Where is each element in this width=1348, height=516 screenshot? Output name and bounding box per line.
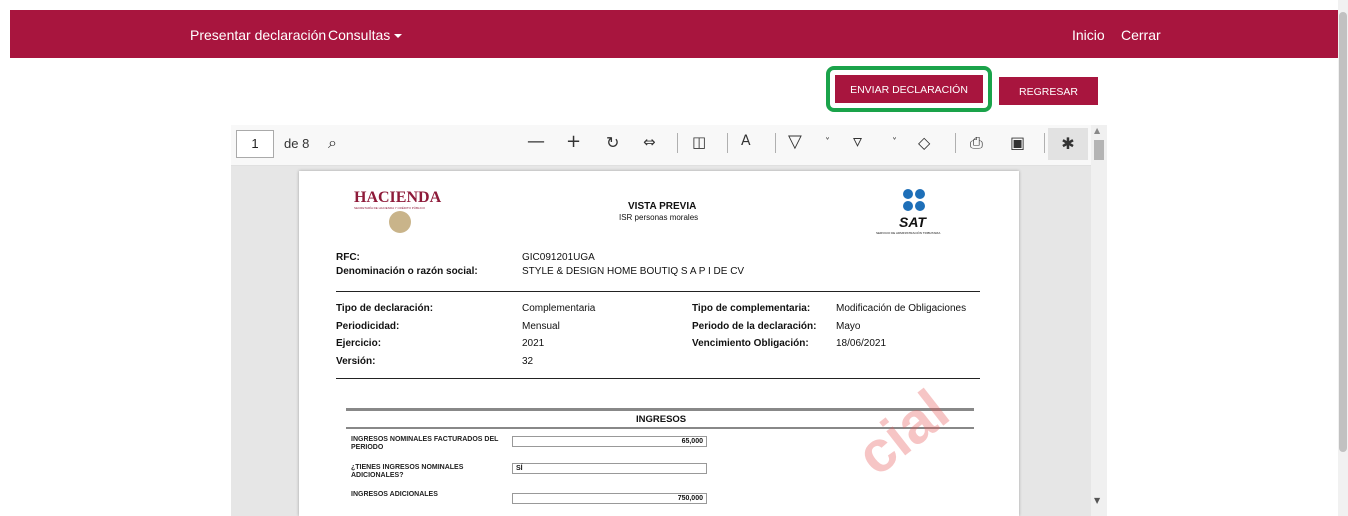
toolbar-separator — [727, 133, 728, 153]
sat-logo-icon — [895, 189, 933, 215]
eraser-icon[interactable]: ◇ — [918, 133, 930, 152]
pdf-page: HACIENDA SECRETARÍA DE HACIENDA Y CRÉDIT… — [299, 171, 1019, 516]
divider — [336, 378, 980, 379]
section-title: INGRESOS — [636, 414, 687, 425]
caret-down-icon — [394, 34, 403, 39]
search-icon[interactable]: ⌕ — [328, 133, 337, 153]
enviar-declaracion-button[interactable]: ENVIAR DECLARACIÓN — [835, 75, 983, 103]
ejercicio-label: Ejercicio: — [336, 338, 382, 349]
toolbar-separator — [1044, 133, 1045, 153]
ingresos-adicionales-question: ¿TIENES INGRESOS NOMINALES ADICIONALES? — [351, 464, 464, 479]
nav-inicio[interactable]: Inicio — [1072, 27, 1105, 43]
toolbar-separator — [677, 133, 678, 153]
toolbar-separator — [775, 133, 776, 153]
nav-presentar-declaracion[interactable]: Presentar declaración — [190, 27, 326, 43]
pdf-scrollbar[interactable] — [1091, 125, 1107, 516]
ingresos-adicionales-select[interactable]: SÍ — [512, 463, 707, 474]
page-total-label: de 8 — [284, 136, 310, 151]
sat-logo-text: SAT — [899, 214, 926, 230]
hacienda-logo: HACIENDA — [354, 189, 442, 206]
highlight-icon[interactable]: ▿ — [853, 131, 862, 152]
zoom-in-icon[interactable]: + — [566, 131, 581, 152]
version-value: 32 — [522, 356, 534, 367]
print-icon[interactable]: ⎙ — [970, 133, 983, 153]
draw-icon[interactable]: ▽ — [788, 131, 802, 152]
page-view-icon[interactable]: ◫ — [692, 133, 706, 151]
tipo-complementaria-label: Tipo de complementaria: — [692, 303, 811, 314]
razon-social-label: Denominación o razón social: — [336, 266, 478, 277]
tipo-declaracion-label: Tipo de declaración: — [336, 303, 434, 314]
toolbar-separator — [955, 133, 956, 153]
vencimiento-label: Vencimiento Obligación: — [692, 338, 809, 349]
ingresos-adicionales-label: INGRESOS ADICIONALES — [351, 491, 438, 498]
page-scrollbar-thumb[interactable] — [1339, 12, 1347, 452]
periodicidad-label: Periodicidad: — [336, 321, 400, 332]
save-icon[interactable]: ▣ — [1010, 133, 1025, 152]
sat-logo-subtitle: SERVICIO DE ADMINISTRACIÓN TRIBUTARIA — [876, 231, 941, 235]
nav-cerrar[interactable]: Cerrar — [1121, 27, 1161, 43]
watermark-text: cial — [844, 377, 961, 489]
doc-title: VISTA PREVIA — [628, 201, 697, 212]
regresar-button[interactable]: REGRESAR — [999, 77, 1098, 105]
chevron-down-icon[interactable]: ˅ — [825, 137, 830, 148]
tipo-complementaria-value: Modificación de Obligaciones — [836, 303, 967, 314]
doc-subtitle: ISR personas morales — [619, 213, 699, 222]
read-aloud-icon[interactable]: A — [741, 133, 751, 149]
pdf-toolbar — [231, 125, 1091, 166]
nav-consultas-dropdown[interactable]: Consultas — [328, 27, 403, 43]
rfc-value: GIC091201UGA — [522, 252, 595, 263]
divider — [336, 291, 980, 292]
zoom-out-icon[interactable]: — — [527, 131, 545, 152]
coat-of-arms-icon — [389, 211, 411, 233]
pdf-scrollbar-thumb[interactable] — [1094, 140, 1104, 160]
razon-social-value: STYLE & DESIGN HOME BOUTIQ S A P I DE CV — [522, 266, 745, 277]
scroll-down-icon[interactable]: ▼ — [1094, 496, 1100, 505]
ingresos-facturados-label: INGRESOS NOMINALES FACTURADOS DEL PERIOD… — [351, 436, 499, 451]
ingresos-adicionales-field[interactable]: 750,000 — [512, 493, 707, 504]
chevron-down-icon[interactable]: ˅ — [892, 137, 897, 148]
periodicidad-value: Mensual — [522, 321, 560, 332]
page-number-input[interactable]: 1 — [236, 130, 274, 158]
ingresos-facturados-field[interactable]: 65,000 — [512, 436, 707, 447]
rfc-label: RFC: — [336, 252, 360, 263]
scroll-up-icon[interactable]: ▲ — [1094, 126, 1100, 135]
nav-consultas-label: Consultas — [328, 27, 391, 43]
version-label: Versión: — [336, 356, 376, 367]
fit-width-icon[interactable]: ⇔ — [643, 133, 656, 151]
top-strip — [0, 0, 1338, 10]
tipo-declaracion-value: Complementaria — [522, 303, 596, 314]
periodo-value: Mayo — [836, 321, 861, 332]
hacienda-subtitle: SECRETARÍA DE HACIENDA Y CRÉDITO PÚBLICO — [354, 206, 425, 210]
ejercicio-value: 2021 — [522, 338, 545, 349]
pin-icon[interactable]: ✱ — [1048, 128, 1088, 160]
vencimiento-value: 18/06/2021 — [836, 338, 887, 349]
periodo-label: Periodo de la declaración: — [692, 321, 817, 332]
rotate-icon[interactable]: ↻ — [606, 133, 619, 152]
